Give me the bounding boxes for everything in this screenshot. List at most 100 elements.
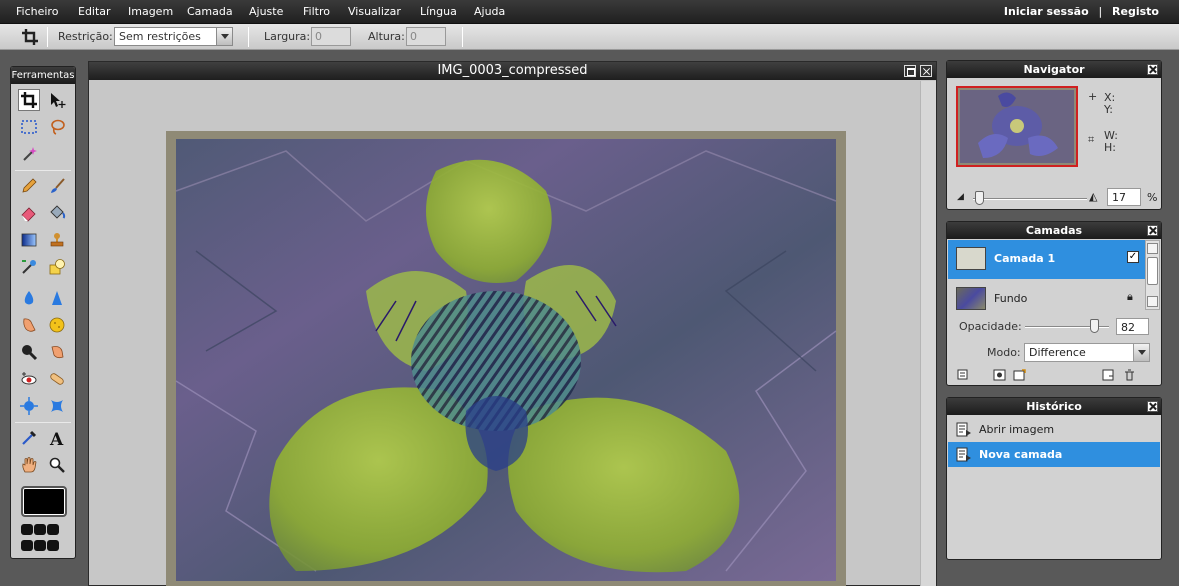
scroll-down-icon[interactable] bbox=[1147, 296, 1158, 307]
zoom-out-icon[interactable]: ◢ bbox=[957, 192, 964, 202]
gradient-icon[interactable] bbox=[18, 229, 40, 251]
visibility-checkbox[interactable]: ✓ bbox=[1127, 251, 1139, 263]
magic-wand-icon[interactable] bbox=[18, 143, 40, 165]
shape-icon[interactable] bbox=[46, 256, 68, 278]
close-icon[interactable] bbox=[1147, 225, 1158, 236]
sponge-icon[interactable] bbox=[46, 314, 68, 336]
zoom-input[interactable]: 17 bbox=[1107, 188, 1141, 206]
pencil-icon[interactable] bbox=[18, 175, 40, 197]
tools-divider bbox=[15, 422, 71, 423]
register-link[interactable]: Registo bbox=[1112, 5, 1159, 18]
options-bar: Restrição: Sem restrições Largura: 0 Alt… bbox=[0, 24, 1179, 50]
history-item-abrir-imagem[interactable]: Abrir imagem bbox=[948, 417, 1160, 442]
brush-icon[interactable] bbox=[46, 175, 68, 197]
smudge-icon[interactable] bbox=[18, 314, 40, 336]
scroll-thumb[interactable] bbox=[1147, 257, 1158, 285]
type-icon[interactable]: A bbox=[46, 427, 68, 449]
nav-y-label: Y: bbox=[1104, 103, 1113, 116]
height-label: Altura: bbox=[368, 30, 405, 43]
close-icon[interactable] bbox=[1147, 64, 1158, 75]
crop-icon[interactable] bbox=[18, 89, 40, 111]
bloat-icon[interactable] bbox=[18, 395, 40, 417]
lock-icon: 🔒︎ bbox=[1127, 290, 1133, 303]
crop-tool-icon[interactable] bbox=[20, 27, 42, 47]
auth-links: Iniciar sessão | Registo bbox=[1004, 5, 1159, 18]
auth-separator: | bbox=[1098, 5, 1103, 18]
blend-mode-select[interactable]: Difference bbox=[1024, 343, 1150, 362]
menu-ajuste[interactable]: Ajuste bbox=[249, 5, 283, 18]
vertical-scrollbar[interactable] bbox=[920, 81, 936, 586]
chevron-down-icon[interactable] bbox=[1133, 344, 1149, 361]
image-canvas[interactable] bbox=[166, 131, 846, 586]
color-picker-icon[interactable] bbox=[18, 427, 40, 449]
document-title: IMG_0003_compressed bbox=[437, 63, 588, 78]
history-label: Abrir imagem bbox=[979, 423, 1055, 436]
restriction-label: Restrição: bbox=[58, 30, 113, 43]
menu-lingua[interactable]: Língua bbox=[420, 5, 457, 18]
lasso-icon[interactable] bbox=[46, 116, 68, 138]
history-title: Histórico bbox=[1026, 400, 1082, 413]
clone-stamp-icon[interactable] bbox=[46, 229, 68, 251]
zoom-slider-handle[interactable] bbox=[975, 191, 984, 205]
layer-name: Camada 1 bbox=[994, 252, 1056, 265]
zoom-in-icon[interactable]: ◭ bbox=[1089, 190, 1097, 203]
scroll-up-icon[interactable] bbox=[1147, 243, 1158, 254]
login-link[interactable]: Iniciar sessão bbox=[1004, 5, 1089, 18]
history-step-icon bbox=[956, 422, 972, 437]
marquee-icon[interactable] bbox=[18, 116, 40, 138]
navigator-titlebar[interactable]: Navigator bbox=[947, 61, 1161, 78]
eraser-icon[interactable] bbox=[18, 202, 40, 224]
close-icon[interactable] bbox=[920, 65, 932, 77]
blur-icon[interactable] bbox=[18, 287, 40, 309]
maximize-icon[interactable] bbox=[904, 65, 916, 77]
layer-mask-icon[interactable] bbox=[993, 369, 1006, 381]
layers-title: Camadas bbox=[1025, 224, 1083, 237]
layers-titlebar[interactable]: Camadas bbox=[947, 222, 1161, 239]
height-input[interactable]: 0 bbox=[406, 27, 446, 46]
layer-item-camada-1[interactable]: Camada 1 ✓ bbox=[948, 240, 1145, 279]
opacity-slider-handle[interactable] bbox=[1090, 319, 1099, 333]
blend-mode-value: Difference bbox=[1029, 346, 1086, 359]
foreground-color-swatch[interactable] bbox=[21, 486, 67, 517]
menu-editar[interactable]: Editar bbox=[78, 5, 111, 18]
layer-item-fundo[interactable]: Fundo 🔒︎ bbox=[948, 280, 1145, 319]
layers-panel: Camadas Camada 1 ✓ Fundo 🔒︎ Opacidade: 8… bbox=[946, 221, 1162, 386]
navigator-panel: Navigator + X: Y: ⌗ W: H: ◢ ◭ 17 % bbox=[946, 60, 1162, 210]
new-layer-icon[interactable] bbox=[1102, 369, 1115, 381]
opacity-label: Opacidade: bbox=[959, 320, 1022, 333]
close-icon[interactable] bbox=[1147, 401, 1158, 412]
restriction-select[interactable]: Sem restrições bbox=[114, 27, 233, 46]
menu-ficheiro[interactable]: Ficheiro bbox=[16, 5, 58, 18]
menu-imagem[interactable]: Imagem bbox=[128, 5, 173, 18]
color-replace-icon[interactable] bbox=[18, 256, 40, 278]
layer-style-icon[interactable] bbox=[1013, 369, 1026, 381]
pinch-icon[interactable] bbox=[46, 395, 68, 417]
menu-visualizar[interactable]: Visualizar bbox=[348, 5, 401, 18]
sharpen-icon[interactable] bbox=[46, 287, 68, 309]
history-item-nova-camada[interactable]: Nova camada bbox=[948, 442, 1160, 467]
document-titlebar[interactable]: IMG_0003_compressed bbox=[89, 62, 936, 80]
dodge-icon[interactable] bbox=[46, 341, 68, 363]
width-input[interactable]: 0 bbox=[311, 27, 351, 46]
opacity-input[interactable]: 82 bbox=[1116, 318, 1149, 335]
zoom-icon[interactable] bbox=[46, 454, 68, 476]
paint-bucket-icon[interactable] bbox=[46, 202, 68, 224]
menu-ajuda[interactable]: Ajuda bbox=[474, 5, 505, 18]
tools-title: Ferramentas bbox=[11, 67, 75, 84]
hand-icon[interactable] bbox=[18, 454, 40, 476]
red-eye-icon[interactable] bbox=[18, 368, 40, 390]
layers-scrollbar[interactable] bbox=[1145, 240, 1160, 310]
menu-camada[interactable]: Camada bbox=[187, 5, 233, 18]
spot-heal-icon[interactable] bbox=[46, 368, 68, 390]
navigator-thumbnail[interactable] bbox=[956, 86, 1078, 167]
delete-layer-icon[interactable] bbox=[1123, 369, 1136, 381]
move-icon[interactable] bbox=[46, 89, 68, 111]
zoom-slider-track[interactable] bbox=[973, 198, 1087, 200]
view-mode-buttons[interactable] bbox=[21, 524, 69, 556]
layer-settings-icon[interactable] bbox=[957, 369, 970, 381]
menu-filtro[interactable]: Filtro bbox=[303, 5, 330, 18]
burn-icon[interactable] bbox=[18, 341, 40, 363]
tools-panel: Ferramentas A bbox=[10, 66, 76, 559]
chevron-down-icon[interactable] bbox=[216, 28, 232, 45]
history-titlebar[interactable]: Histórico bbox=[947, 398, 1161, 415]
